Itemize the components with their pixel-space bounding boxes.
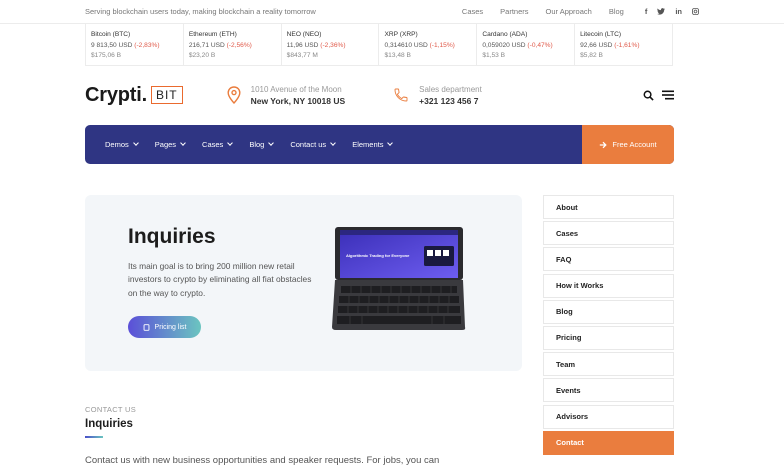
chevron-down-icon: [180, 140, 186, 146]
crypto-ticker: Bitcoin (BTC) 9 813,50 USD (-2,83%) $175,0…: [85, 24, 673, 66]
facebook-icon[interactable]: f: [645, 7, 648, 16]
sidebar-item-faq[interactable]: FAQ: [543, 247, 674, 272]
ticker-item[interactable]: XRP (XRP) 0,314610 USD (-1,15%) $13,48 B: [378, 24, 476, 65]
address-block: 1010 Avenue of the Moon New York, NY 1001…: [227, 84, 345, 107]
title-underline: [85, 436, 103, 438]
main-nav: Demos Pages Cases Blog Contact us Elemen…: [85, 125, 674, 164]
sidebar-menu: About Cases FAQ How it Works Blog Pricin…: [543, 195, 674, 457]
nav-item-cases[interactable]: Cases: [202, 140, 234, 149]
tagline: Serving blockchain users today, making b…: [85, 7, 316, 16]
sidebar-item-pricing[interactable]: Pricing: [543, 325, 674, 350]
chevron-down-icon: [387, 140, 394, 146]
top-link-cases[interactable]: Cases: [462, 7, 483, 16]
section-eyebrow: CONTACT US: [85, 405, 137, 414]
nav-item-blog[interactable]: Blog: [249, 140, 275, 149]
hero-title: Inquiries: [128, 225, 216, 248]
search-icon[interactable]: [643, 90, 654, 101]
sidebar-item-how-it-works[interactable]: How it Works: [543, 273, 674, 298]
menu-icon[interactable]: [662, 90, 674, 100]
free-account-button[interactable]: Free Account: [582, 125, 674, 164]
phone-icon: [394, 88, 408, 102]
phone-block: Sales department +321 123 456 7: [393, 84, 482, 107]
logo[interactable]: Crypti. BIT: [85, 84, 183, 107]
ticker-item[interactable]: Bitcoin (BTC) 9 813,50 USD (-2,83%) $175,0…: [85, 24, 183, 65]
top-link-blog[interactable]: Blog: [609, 7, 624, 16]
contact-text: Contact us with new business opportuniti…: [85, 455, 440, 466]
sidebar-item-blog[interactable]: Blog: [543, 299, 674, 324]
twitter-icon[interactable]: [657, 8, 666, 15]
ticker-item[interactable]: Litecoin (LTC) 92,66 USD (-1,61%) $5,82 B: [574, 24, 673, 65]
chevron-down-icon: [227, 140, 234, 146]
section-title: Inquiries: [85, 418, 133, 430]
ticker-item[interactable]: NEO (NEO) 11,96 USD (-2,36%) $843,77 M: [280, 24, 379, 65]
chevron-down-icon: [132, 140, 139, 146]
document-icon: [143, 323, 149, 331]
top-link-partners[interactable]: Partners: [500, 7, 528, 16]
chevron-down-icon: [268, 140, 275, 146]
nav-item-contact-us[interactable]: Contact us: [290, 140, 337, 149]
tablet-keyboard-image: Algorithmic Trading for Everyone: [332, 227, 466, 330]
linkedin-icon[interactable]: in: [675, 7, 682, 16]
top-bar: Serving blockchain users today, making b…: [0, 0, 784, 24]
top-link-our-approach[interactable]: Our Approach: [546, 7, 592, 16]
ticker-item[interactable]: Cardano (ADA) 0,059020 USD (-0,47%) $1,53 …: [476, 24, 574, 65]
chevron-down-icon: [330, 140, 337, 146]
arrow-right-icon: [600, 141, 608, 148]
sidebar-item-team[interactable]: Team: [543, 352, 674, 377]
nav-item-demos[interactable]: Demos: [105, 140, 139, 149]
sidebar-item-about[interactable]: About: [543, 195, 674, 219]
hero-description: Its main goal is to bring 200 million ne…: [128, 261, 312, 298]
sidebar-item-cases[interactable]: Cases: [543, 221, 674, 246]
site-header: Crypti. BIT 1010 Avenue of the Moon New Yo…: [85, 80, 674, 110]
sidebar-item-advisors[interactable]: Advisors: [543, 404, 674, 429]
device-caption: Algorithmic Trading for Everyone: [346, 253, 410, 258]
sidebar-item-contact[interactable]: Contact: [543, 430, 674, 455]
hero-section: Inquiries Its main goal is to bring 200 …: [85, 195, 522, 371]
contact-section: CONTACT US Inquiries Contact us with new…: [85, 405, 439, 466]
instagram-icon[interactable]: [692, 8, 699, 15]
ticker-item[interactable]: Ethereum (ETH) 216,71 USD (-2,56%) $23,20 …: [182, 24, 281, 65]
nav-item-elements[interactable]: Elements: [352, 140, 394, 149]
sidebar-item-events[interactable]: Events: [543, 378, 674, 403]
map-pin-icon: [227, 86, 241, 104]
nav-item-pages[interactable]: Pages: [155, 140, 186, 149]
pricing-list-button[interactable]: Pricing list: [128, 316, 201, 338]
